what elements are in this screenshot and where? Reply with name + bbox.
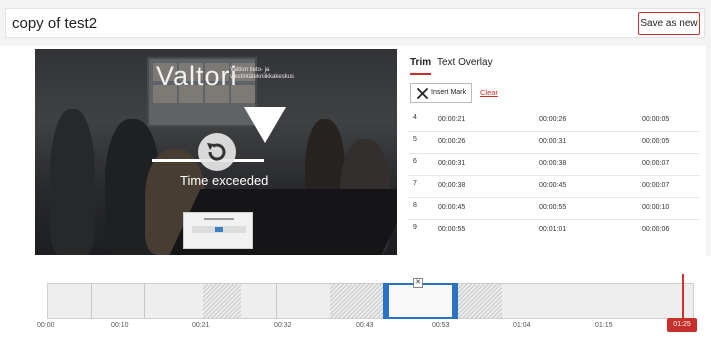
timeline: 00:00 00:10 00:21 00:32 00:43 00:53 01:0… bbox=[0, 256, 711, 342]
table-row[interactable]: 5 00:00:26 00:00:31 00:00:05 bbox=[408, 133, 700, 154]
table-row[interactable]: 9 00:00:55 00:01:01 00:00:06 bbox=[408, 221, 700, 237]
timeline-tick: 00:10 bbox=[111, 322, 129, 329]
logo-subtitle: Valtion tieto- ja viestintätekniikkakesk… bbox=[230, 67, 295, 80]
insert-mark-label: Insert Mark bbox=[431, 89, 467, 96]
video-player[interactable]: Valtori Valtion tieto- ja viestintätekni… bbox=[35, 49, 397, 255]
trimmed-segment[interactable] bbox=[330, 284, 383, 318]
timeline-tick: 01:15 bbox=[595, 322, 613, 329]
timeline-tick: 00:32 bbox=[274, 322, 292, 329]
timeline-tick: 01:04 bbox=[513, 322, 531, 329]
current-time-badge: 01:25 bbox=[667, 318, 697, 332]
trimmed-segment[interactable] bbox=[458, 284, 502, 318]
timeline-tick: 00:00 bbox=[37, 322, 55, 329]
table-row[interactable]: 7 00:00:38 00:00:45 00:00:07 bbox=[408, 177, 700, 198]
scrollbar[interactable] bbox=[706, 46, 711, 256]
insert-mark-button[interactable]: Insert Mark bbox=[410, 83, 472, 103]
table-row[interactable]: 6 00:00:31 00:00:38 00:00:07 bbox=[408, 155, 700, 176]
play-triangle-icon[interactable] bbox=[244, 107, 286, 143]
clear-link[interactable]: Clear bbox=[480, 88, 498, 97]
valtori-logo: Valtori bbox=[156, 61, 238, 91]
timeline-tick: 00:43 bbox=[356, 322, 374, 329]
save-as-new-button[interactable]: Save as new bbox=[638, 12, 700, 35]
scissors-icon bbox=[417, 88, 428, 101]
playhead[interactable] bbox=[682, 274, 684, 320]
status-text: Time exceeded bbox=[180, 173, 269, 188]
inset-thumbnail bbox=[183, 212, 253, 249]
table-row[interactable]: 8 00:00:45 00:00:55 00:00:10 bbox=[408, 199, 700, 220]
table-row[interactable]: 4 00:00:21 00:00:26 00:00:05 bbox=[408, 111, 700, 132]
editor-main: Valtori Valtion tieto- ja viestintätekni… bbox=[0, 46, 711, 256]
editor-header: copy of test2 Save as new bbox=[0, 0, 711, 46]
timeline-tick: 00:21 bbox=[192, 322, 210, 329]
trimmed-segment[interactable] bbox=[203, 284, 241, 318]
document-title: copy of test2 bbox=[12, 15, 98, 32]
title-bar: copy of test2 Save as new bbox=[5, 8, 705, 38]
tab-trim[interactable]: Trim bbox=[410, 57, 432, 75]
tab-text-overlay[interactable]: Text Overlay bbox=[437, 57, 493, 73]
close-icon[interactable]: ✕ bbox=[413, 278, 423, 288]
marks-table: 4 00:00:21 00:00:26 00:00:05 5 00:00:26 … bbox=[408, 111, 700, 237]
timeline-tick: 00:53 bbox=[432, 322, 450, 329]
replay-icon[interactable] bbox=[198, 133, 236, 171]
timeline-track[interactable] bbox=[47, 274, 694, 320]
selected-segment[interactable] bbox=[383, 283, 458, 319]
